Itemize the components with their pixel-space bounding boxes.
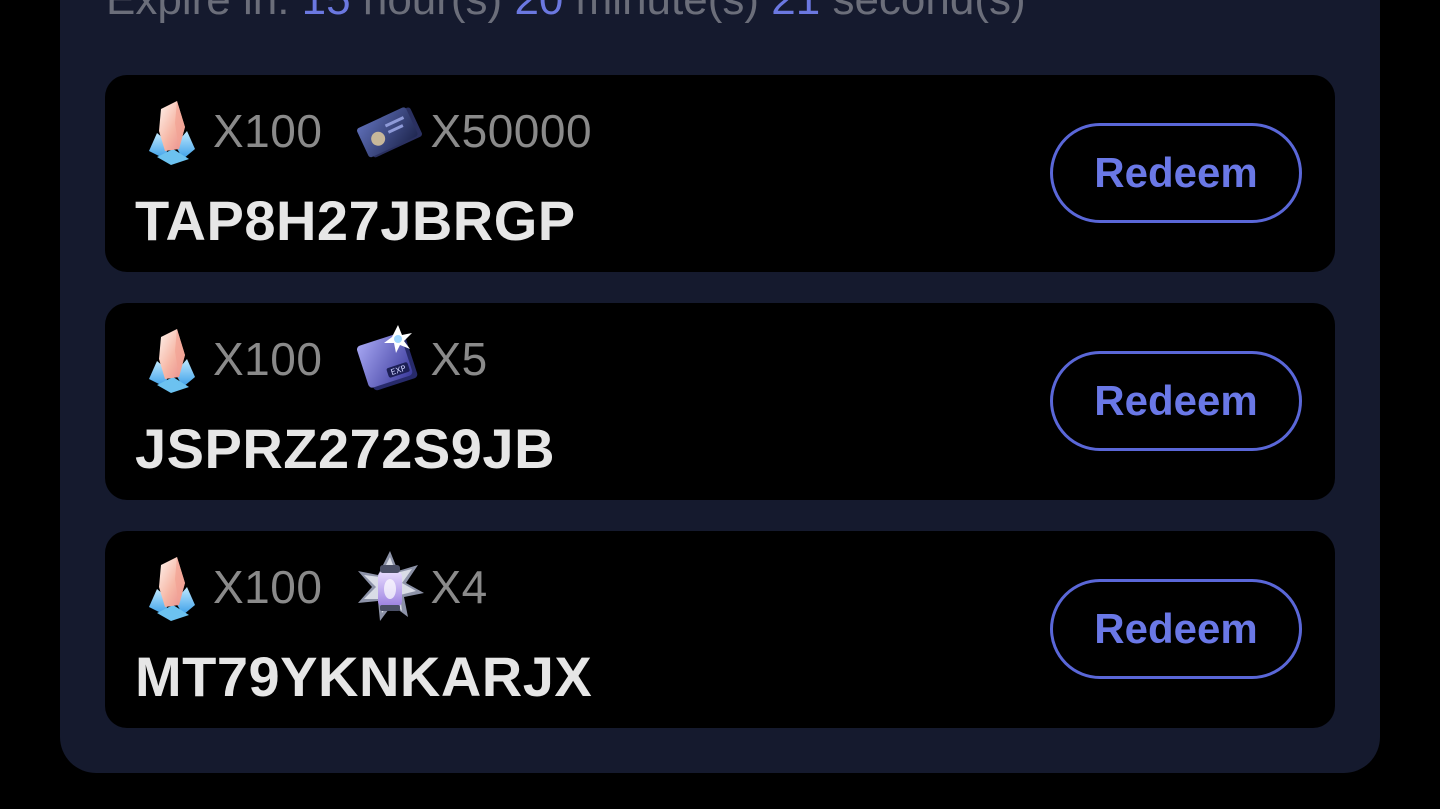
redeem-code: JSPRZ272S9JB	[135, 417, 556, 480]
reward-item: X100	[135, 321, 322, 397]
expire-minutes: 20	[514, 0, 563, 24]
code-card: X100 EXP X5 JSPRZ272S9JB Redeem	[105, 303, 1335, 500]
reward-quantity: X4	[430, 561, 488, 613]
ticket-icon	[357, 107, 423, 158]
reward-item: X100	[135, 549, 322, 625]
reward-list: X100 EXP X5	[135, 321, 518, 397]
reward-item: X100	[135, 93, 322, 169]
expire-hours: 15	[302, 0, 351, 24]
exp-book-icon: EXP	[357, 325, 418, 391]
reward-item: EXP X5	[352, 321, 487, 397]
expire-seconds-label: second(s)	[832, 0, 1025, 24]
redeem-code: TAP8H27JBRGP	[135, 189, 576, 252]
code-card: X100 X50000 TAP8H27JBRGP Redeem	[105, 75, 1335, 272]
expire-prefix: Expire in:	[106, 0, 289, 24]
crystal-icon	[149, 557, 195, 621]
reward-quantity: X5	[430, 333, 488, 385]
reward-quantity: X100	[213, 561, 323, 613]
reward-quantity: X50000	[430, 105, 593, 157]
expire-seconds: 21	[771, 0, 820, 24]
lantern-icon	[358, 551, 425, 621]
reward-list: X100 X50000	[135, 93, 622, 169]
redeem-button[interactable]: Redeem	[1050, 351, 1302, 451]
redeem-codes-panel: Expire in: 15 hour(s) 20 minute(s) 21 se…	[60, 0, 1380, 773]
reward-quantity: X100	[213, 105, 323, 157]
redeem-button[interactable]: Redeem	[1050, 579, 1302, 679]
redeem-button[interactable]: Redeem	[1050, 123, 1302, 223]
crystal-icon	[149, 329, 195, 393]
reward-item: X50000	[352, 93, 592, 169]
reward-list: X100 X4	[135, 549, 518, 625]
reward-quantity: X100	[213, 333, 323, 385]
redeem-code: MT79YKNKARJX	[135, 645, 593, 708]
crystal-icon	[149, 101, 195, 165]
expire-minutes-label: minute(s)	[576, 0, 759, 24]
expire-hours-label: hour(s)	[363, 0, 502, 24]
code-card: X100 X4 MT79YKNKARJX Redeem	[105, 531, 1335, 728]
expire-countdown: Expire in: 15 hour(s) 20 minute(s) 21 se…	[106, 0, 1026, 22]
reward-item: X4	[352, 549, 487, 625]
